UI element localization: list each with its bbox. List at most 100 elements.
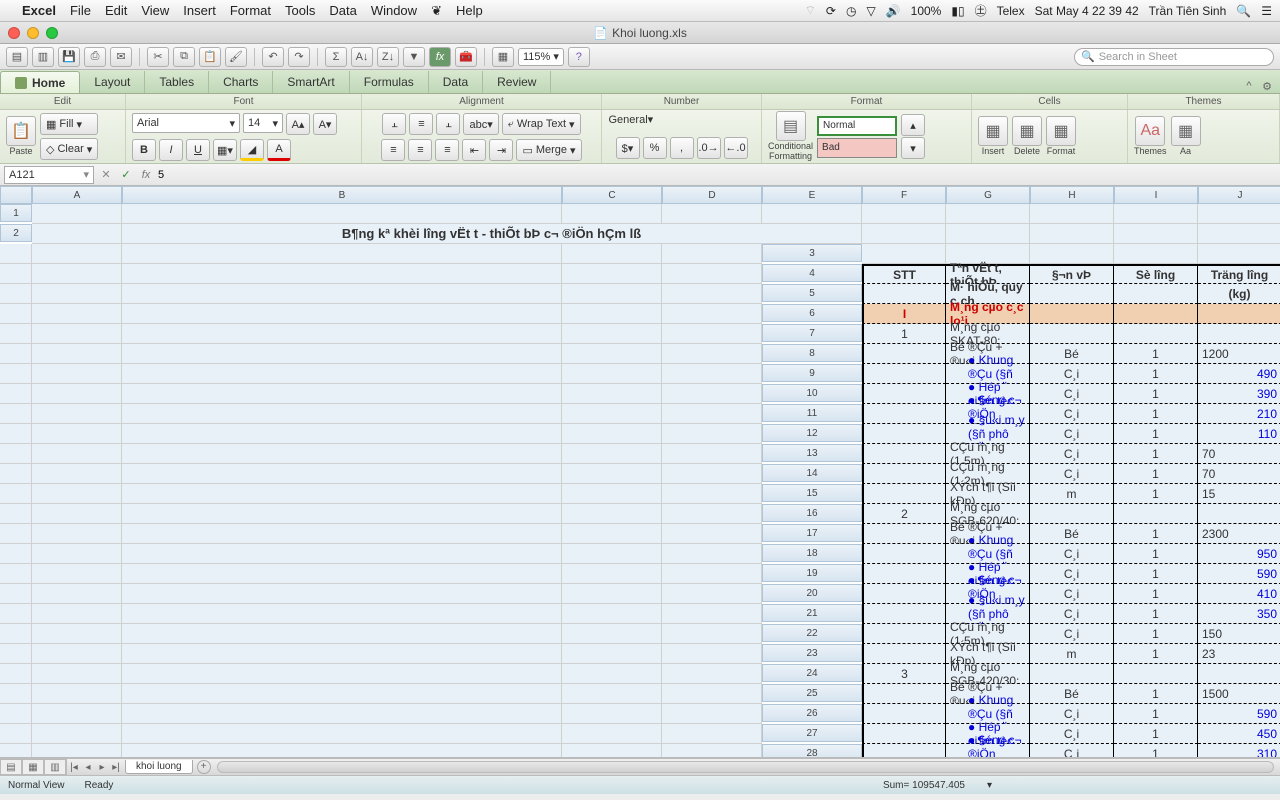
merge-button[interactable]: ▭ Merge ▾ (516, 139, 581, 161)
style-bad[interactable]: Bad (817, 138, 897, 158)
align-left-button[interactable]: ≡ (381, 139, 405, 161)
underline-button[interactable]: U (186, 139, 210, 161)
col-header[interactable]: A (32, 186, 122, 204)
sort-asc-button[interactable]: A↓ (351, 47, 373, 67)
menu-tools[interactable]: Tools (285, 3, 315, 18)
tab-last-button[interactable]: ▸| (109, 762, 123, 773)
app-name[interactable]: Excel (22, 3, 56, 18)
paste-button[interactable]: 📋 (199, 47, 221, 67)
comma-button[interactable]: , (670, 137, 694, 159)
grow-font-button[interactable]: A▴ (286, 113, 310, 135)
col-header[interactable]: I (1114, 186, 1198, 204)
close-button[interactable] (8, 27, 20, 39)
fx-button[interactable]: fx (429, 47, 451, 67)
tab-smartart[interactable]: SmartArt (273, 71, 349, 93)
align-middle-button[interactable]: ≡ (409, 113, 433, 135)
open-button[interactable]: ▥ (32, 47, 54, 67)
zoom-dropdown[interactable]: 115%▾ (518, 48, 564, 66)
minimize-button[interactable] (27, 27, 39, 39)
status-sum-dropdown[interactable]: ▾ (987, 780, 992, 791)
menu-help[interactable]: Help (456, 3, 483, 18)
col-header[interactable]: H (1030, 186, 1114, 204)
fill-button[interactable]: ▦ Fill ▾ (40, 113, 98, 135)
tab-formulas[interactable]: Formulas (350, 71, 429, 93)
bluetooth-icon[interactable]: ⌔ (805, 3, 816, 18)
volume-icon[interactable]: 🔊 (886, 4, 901, 18)
align-center-button[interactable]: ≡ (408, 139, 432, 161)
col-header[interactable]: D (662, 186, 762, 204)
page-layout-view-button[interactable]: ▦ (22, 759, 44, 775)
sync-icon[interactable]: ⟳ (826, 4, 836, 18)
tab-first-button[interactable]: |◂ (67, 762, 81, 773)
spotlight-icon[interactable]: 🔍 (1236, 4, 1251, 18)
print-button[interactable]: ⎙ (84, 47, 106, 67)
percent-button[interactable]: % (643, 137, 667, 159)
normal-view-button[interactable]: ▤ (0, 759, 22, 775)
menu-format[interactable]: Format (230, 3, 271, 18)
collapse-ribbon-button[interactable]: ^ (1242, 79, 1256, 93)
col-header[interactable]: G (946, 186, 1030, 204)
format-cells-button[interactable]: ▦ (1046, 116, 1076, 146)
toolbox-button[interactable]: 🧰 (455, 47, 477, 67)
input-method[interactable]: Telex (997, 4, 1025, 18)
page-break-view-button[interactable]: ▥ (44, 759, 66, 775)
ribbon-options-button[interactable]: ⚙ (1260, 79, 1274, 93)
col-header[interactable]: E (762, 186, 862, 204)
currency-button[interactable]: $▾ (616, 137, 640, 159)
inc-decimal-button[interactable]: .0→ (697, 137, 721, 159)
cell-styles[interactable]: Normal Bad (817, 116, 897, 158)
tab-charts[interactable]: Charts (209, 71, 273, 93)
tab-layout[interactable]: Layout (80, 71, 145, 93)
battery-percent[interactable]: 100% (911, 4, 942, 18)
styles-scroll-down[interactable]: ▾ (901, 137, 925, 159)
delete-cells-button[interactable]: ▦ (1012, 116, 1042, 146)
undo-button[interactable]: ↶ (262, 47, 284, 67)
add-sheet-button[interactable]: + (197, 760, 211, 774)
paste-big-button[interactable]: 📋 (6, 116, 36, 146)
insert-cells-button[interactable]: ▦ (978, 116, 1008, 146)
menu-file[interactable]: File (70, 3, 91, 18)
theme-colors-button[interactable]: ▦ (1171, 116, 1201, 146)
clear-button[interactable]: ◇ Clear ▾ (40, 138, 98, 160)
indent-dec-button[interactable]: ⇤ (462, 139, 486, 161)
align-right-button[interactable]: ≡ (435, 139, 459, 161)
notifications-icon[interactable]: ☰ (1261, 4, 1272, 18)
col-header[interactable]: C (562, 186, 662, 204)
indent-inc-button[interactable]: ⇥ (489, 139, 513, 161)
font-size-select[interactable]: 14▾ (243, 113, 283, 133)
cancel-formula-button[interactable]: ✕ (98, 167, 114, 183)
orientation-button[interactable]: abc▾ (463, 113, 498, 135)
tab-review[interactable]: Review (483, 71, 551, 93)
conditional-formatting-button[interactable]: ▤ (776, 111, 806, 141)
menu-edit[interactable]: Edit (105, 3, 127, 18)
borders-button[interactable]: ▦▾ (213, 139, 237, 161)
align-bottom-button[interactable]: ⫠ (436, 113, 460, 135)
new-button[interactable]: ▤ (6, 47, 28, 67)
menu-data[interactable]: Data (329, 3, 356, 18)
number-format-select[interactable]: General▾ (609, 113, 755, 133)
dec-decimal-button[interactable]: ←.0 (724, 137, 748, 159)
help-button[interactable]: ? (568, 47, 590, 67)
shrink-font-button[interactable]: A▾ (313, 113, 337, 135)
zoom-button[interactable] (46, 27, 58, 39)
sort-desc-button[interactable]: Z↓ (377, 47, 399, 67)
autosum-button[interactable]: Σ (325, 47, 347, 67)
menu-window[interactable]: Window (371, 3, 417, 18)
tab-prev-button[interactable]: ◂ (81, 762, 95, 773)
redo-button[interactable]: ↷ (288, 47, 310, 67)
font-color-button[interactable]: A (267, 139, 291, 161)
col-header[interactable]: F (862, 186, 946, 204)
save-button[interactable]: 💾 (58, 47, 80, 67)
tab-tables[interactable]: Tables (145, 71, 209, 93)
tab-next-button[interactable]: ▸ (95, 762, 109, 773)
wrap-text-button[interactable]: ⤶ Wrap Text ▾ (502, 113, 581, 135)
tab-data[interactable]: Data (429, 71, 483, 93)
spreadsheet[interactable]: ABCDEFGHIJ12B¶ng kª khèi l­îng vËt t­ - … (0, 186, 1280, 758)
wifi-icon[interactable]: ▽ (866, 4, 875, 18)
cut-button[interactable]: ✂ (147, 47, 169, 67)
battery-icon[interactable]: ▮▯ (951, 4, 964, 18)
datetime[interactable]: Sat May 4 22 39 42 (1035, 4, 1139, 18)
accept-formula-button[interactable]: ✓ (118, 167, 134, 183)
filter-button[interactable]: ▼ (403, 47, 425, 67)
styles-scroll-up[interactable]: ▴ (901, 114, 925, 136)
